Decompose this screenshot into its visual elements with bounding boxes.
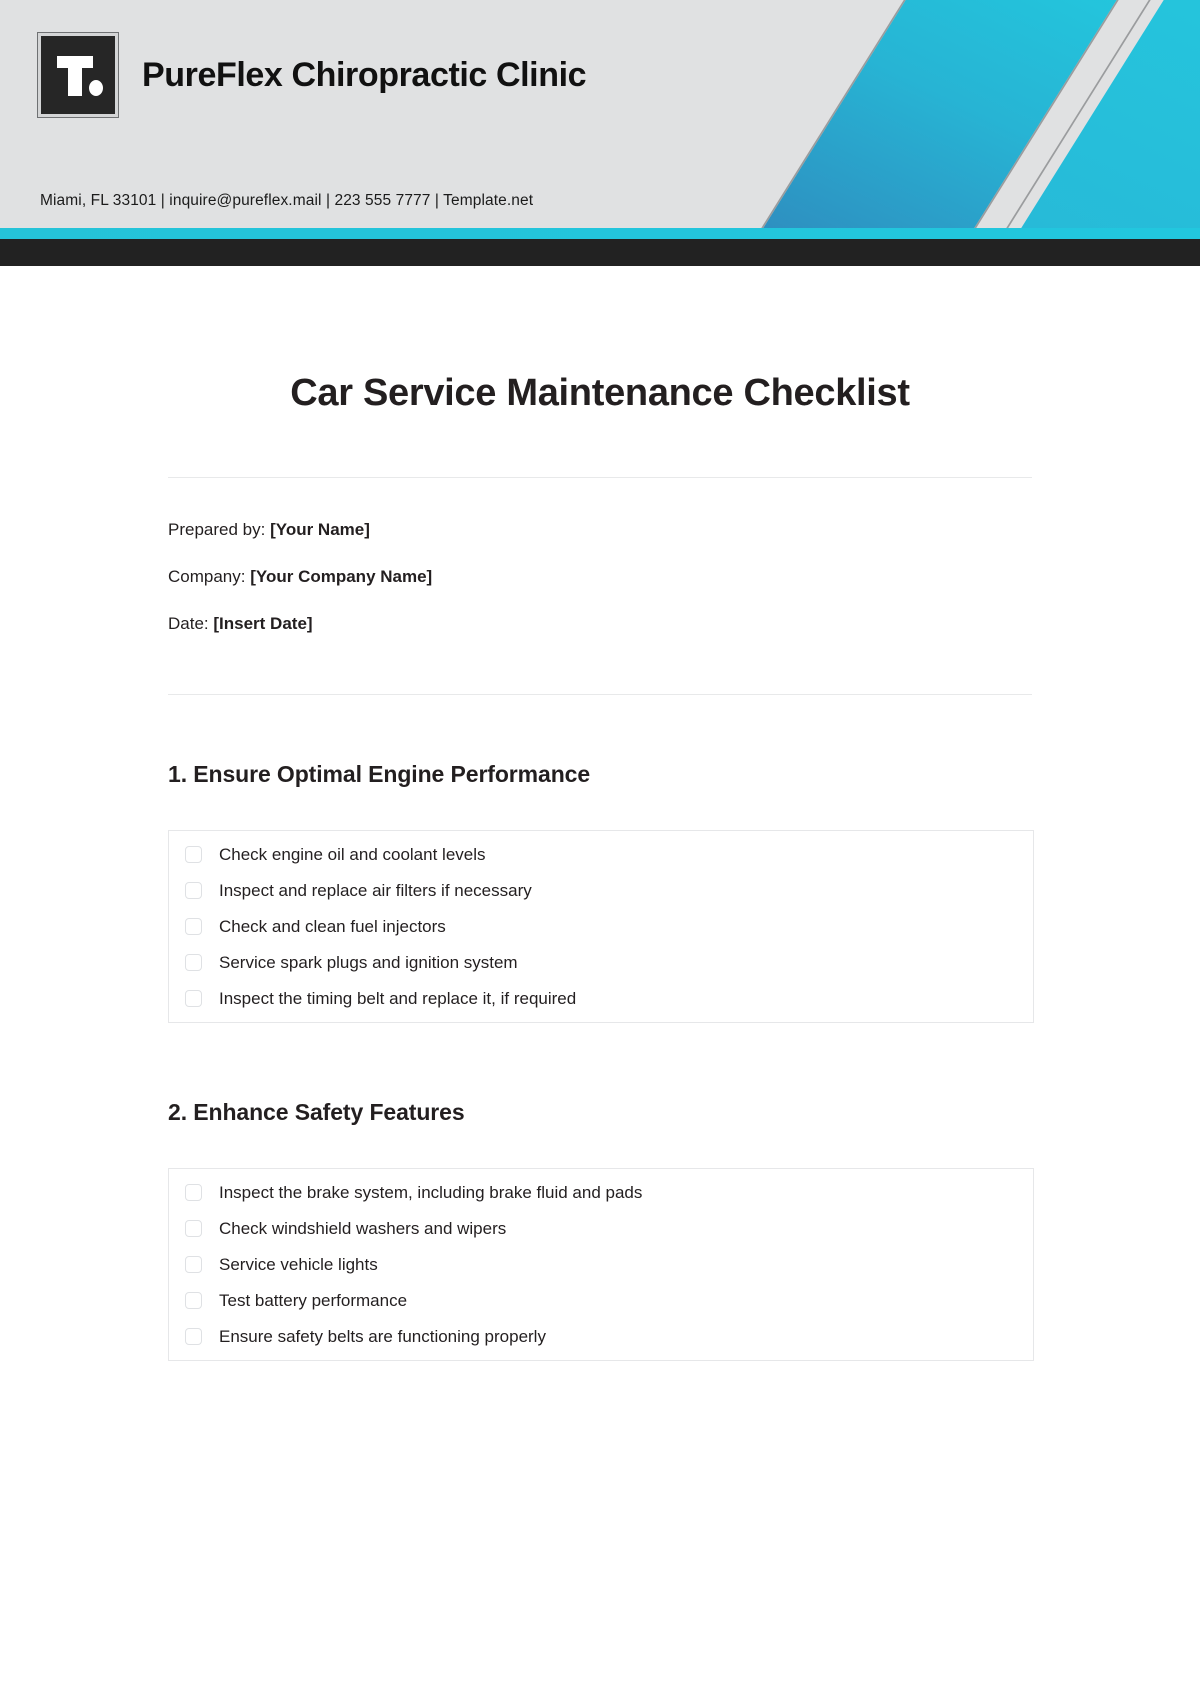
diagonal-decoration bbox=[660, 0, 1200, 228]
diagonal-stripe-corner bbox=[1020, 0, 1200, 228]
dark-divider-bar bbox=[0, 239, 1200, 266]
checklist-item[interactable]: Check windshield washers and wipers bbox=[169, 1210, 1033, 1246]
checklist-item[interactable]: Inspect and replace air filters if neces… bbox=[169, 872, 1033, 908]
meta-value-company[interactable]: [Your Company Name] bbox=[250, 567, 432, 586]
checklist-item[interactable]: Test battery performance bbox=[169, 1282, 1033, 1318]
document-sheet: Car Service Maintenance Checklist Prepar… bbox=[0, 266, 1200, 1361]
checklist-item-label: Check engine oil and coolant levels bbox=[219, 844, 486, 864]
letterhead: PureFlex Chiropractic Clinic Miami, FL 3… bbox=[0, 0, 1200, 228]
letter-t-dot-logo-icon bbox=[37, 32, 119, 118]
logo-t-stem bbox=[68, 56, 82, 96]
checklist-table-1: Check engine oil and coolant levels Insp… bbox=[168, 830, 1034, 1023]
checklist-item-label: Service vehicle lights bbox=[219, 1254, 378, 1274]
checklist-item-label: Inspect and replace air filters if neces… bbox=[219, 880, 532, 900]
checkbox-icon[interactable] bbox=[185, 917, 202, 935]
checkbox-icon[interactable] bbox=[185, 1255, 202, 1273]
brand-name: PureFlex Chiropractic Clinic bbox=[142, 55, 587, 94]
accent-bar bbox=[0, 228, 1200, 239]
checklist-item[interactable]: Service spark plugs and ignition system bbox=[169, 944, 1033, 980]
meta-label-prepared-by: Prepared by: bbox=[168, 520, 266, 539]
brand-row: PureFlex Chiropractic Clinic bbox=[37, 32, 587, 118]
section-heading-2: 2. Enhance Safety Features bbox=[168, 1099, 465, 1125]
metadata-block: Prepared by: [Your Name] Company: [Your … bbox=[168, 478, 1032, 632]
meta-value-prepared-by[interactable]: [Your Name] bbox=[270, 520, 370, 539]
checklist-item-label: Service spark plugs and ignition system bbox=[219, 952, 518, 972]
checkbox-icon[interactable] bbox=[185, 1327, 202, 1345]
checklist-section-1: 1. Ensure Optimal Engine Performance Che… bbox=[168, 695, 1034, 1023]
checklist-item-label: Inspect the timing belt and replace it, … bbox=[219, 988, 577, 1008]
checkbox-icon[interactable] bbox=[185, 1291, 202, 1309]
checklist-item-label: Check windshield washers and wipers bbox=[219, 1218, 507, 1238]
diagonal-stripe-outline bbox=[1005, 0, 1200, 228]
checkbox-icon[interactable] bbox=[185, 953, 202, 971]
checkbox-icon[interactable] bbox=[185, 845, 202, 863]
logo-dot bbox=[89, 80, 103, 96]
diagonal-stripe-primary bbox=[760, 0, 1123, 228]
checkbox-icon[interactable] bbox=[185, 1183, 202, 1201]
meta-row-date: Date: [Insert Date] bbox=[168, 615, 1032, 632]
page-title: Car Service Maintenance Checklist bbox=[290, 372, 910, 414]
checklist-section-2: 2. Enhance Safety Features Inspect the b… bbox=[168, 1023, 1034, 1361]
checklist-item[interactable]: Ensure safety belts are functioning prop… bbox=[169, 1318, 1033, 1354]
checklist-item[interactable]: Check engine oil and coolant levels bbox=[169, 836, 1033, 872]
checkbox-icon[interactable] bbox=[185, 881, 202, 899]
checkbox-icon[interactable] bbox=[185, 1219, 202, 1237]
meta-row-prepared-by: Prepared by: [Your Name] bbox=[168, 521, 1032, 538]
checklist-item[interactable]: Inspect the brake system, including brak… bbox=[169, 1174, 1033, 1210]
checklist-item-label: Ensure safety belts are functioning prop… bbox=[219, 1326, 546, 1346]
section-heading-1: 1. Ensure Optimal Engine Performance bbox=[168, 761, 591, 787]
checklist-item-label: Test battery performance bbox=[219, 1290, 408, 1310]
contact-line: Miami, FL 33101 | inquire@pureflex.mail … bbox=[40, 192, 534, 209]
checklist-item[interactable]: Service vehicle lights bbox=[169, 1246, 1033, 1282]
meta-label-company: Company: bbox=[168, 567, 246, 586]
checklist-table-2: Inspect the brake system, including brak… bbox=[168, 1168, 1034, 1361]
checklist-item[interactable]: Inspect the timing belt and replace it, … bbox=[169, 980, 1033, 1016]
meta-label-date: Date: bbox=[168, 614, 209, 633]
meta-row-company: Company: [Your Company Name] bbox=[168, 568, 1032, 585]
checklist-item[interactable]: Check and clean fuel injectors bbox=[169, 908, 1033, 944]
meta-value-date[interactable]: [Insert Date] bbox=[213, 614, 312, 633]
checklist-item-label: Check and clean fuel injectors bbox=[219, 916, 446, 936]
checklist-item-label: Inspect the brake system, including brak… bbox=[219, 1182, 643, 1202]
checkbox-icon[interactable] bbox=[185, 989, 202, 1007]
